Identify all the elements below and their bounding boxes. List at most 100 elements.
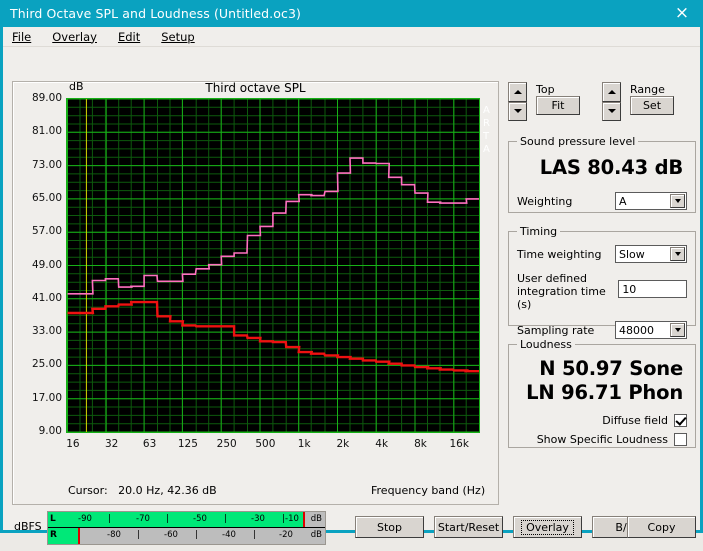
meter-tick-m10b: -10 (285, 514, 299, 524)
triangle-down-icon (513, 109, 522, 114)
weighting-label: Weighting (517, 194, 573, 208)
window-title: Third Octave SPL and Loudness (Untitled.… (10, 6, 301, 21)
menu-setup[interactable]: Setup (159, 29, 196, 45)
triangle-down-glyph (674, 252, 681, 256)
diffuse-field-checkbox[interactable] (674, 414, 687, 427)
app-window: Third Octave SPL and Loudness (Untitled.… (0, 0, 703, 545)
menu-bar: File Overlay Edit Setup (3, 27, 700, 47)
triangle-up-icon (513, 89, 522, 94)
copy-button-label: Copy (647, 520, 676, 534)
chevron-down-icon[interactable] (670, 194, 685, 208)
bottom-bar: dBFS L -90 | -70 | -50 | -30 | -10 dB R … (3, 508, 700, 551)
stop-button[interactable]: Stop (355, 516, 424, 538)
range-control-group: Range Set (602, 81, 674, 121)
loudness-sone: N 50.97 Sone (539, 357, 683, 380)
y-tick-label: 65.00 (31, 191, 62, 204)
sampling-rate-select[interactable]: 48000 (615, 321, 687, 339)
timing-group-legend: Timing (520, 225, 558, 238)
meter-tick-m90: -90 (78, 514, 92, 524)
time-weighting-select[interactable]: Slow (615, 245, 687, 263)
y-tick-label: 41.00 (31, 291, 62, 304)
top-label-col: Top Fit (527, 81, 580, 121)
top-control-group: Top Fit (508, 81, 580, 121)
chart-title: Third octave SPL (205, 81, 306, 95)
x-tick-label: 16k (449, 438, 469, 450)
x-tick-label: 1k (297, 438, 311, 450)
menu-overlay-label: Overlay (52, 29, 97, 44)
close-icon[interactable]: × (664, 1, 700, 27)
spl-reading: LAS 80.43 dB (539, 156, 683, 179)
set-button[interactable]: Set (630, 96, 674, 115)
loudness-phon: LN 96.71 Phon (526, 381, 683, 404)
x-tick-label: 4k (375, 438, 389, 450)
integration-time-input[interactable]: 10 (618, 280, 687, 298)
menu-file[interactable]: File (10, 29, 33, 45)
arta-letter: A (483, 105, 490, 116)
weighting-select[interactable]: A (615, 192, 687, 210)
title-bar: Third Octave SPL and Loudness (Untitled.… (3, 0, 700, 27)
chevron-down-icon[interactable] (670, 247, 685, 261)
overlay-button[interactable]: Overlay (513, 516, 582, 538)
plot-area[interactable] (66, 98, 480, 433)
meter-divider-1: | (108, 514, 112, 524)
y-tick-label: 73.00 (31, 158, 62, 171)
dbfs-label: dBFS (14, 520, 42, 533)
cursor-readout: Cursor: 20.0 Hz, 42.36 dB (68, 484, 217, 497)
range-decrease-button[interactable] (602, 101, 621, 121)
menu-overlay[interactable]: Overlay (50, 29, 99, 45)
cursor-value: 20.0 Hz, 42.36 dB (118, 484, 217, 497)
range-label: Range (630, 83, 665, 96)
timing-group: Timing Time weighting Slow User defined … (508, 225, 696, 339)
arta-letter: T (483, 131, 490, 142)
top-decrease-button[interactable] (508, 101, 527, 121)
menu-edit[interactable]: Edit (116, 29, 142, 45)
range-increase-button[interactable] (602, 82, 621, 102)
meter-tick-m30: -30 (251, 514, 265, 524)
triangle-down-icon (607, 109, 616, 114)
sampling-rate-value: 48000 (619, 323, 654, 337)
y-tick-label: 9.00 (38, 425, 62, 437)
meter-divider-7: | (253, 530, 257, 540)
main-area: Third octave SPL dB ARTA 89.00 81.00 73.00… (3, 48, 700, 545)
right-panel: Top Fit Range Set Sound pressure level L… (508, 81, 696, 448)
range-spinner[interactable] (602, 82, 621, 121)
time-weighting-row: Time weighting Slow (517, 245, 687, 263)
start-reset-button[interactable]: Start/Reset (434, 516, 503, 538)
y-tick-label: 33.00 (31, 325, 62, 338)
arta-letter: R (483, 118, 490, 129)
start-reset-button-label: Start/Reset (437, 520, 500, 534)
meter-left-channel-label: L (50, 514, 56, 524)
y-tick-label: 25.00 (31, 358, 62, 371)
specific-loudness-row[interactable]: Show Specific Loudness (517, 433, 687, 446)
top-increase-button[interactable] (508, 82, 527, 102)
range-label-col: Range Set (621, 81, 674, 121)
y-tick-label: 49.00 (31, 258, 62, 271)
top-spinner[interactable] (508, 82, 527, 121)
overlay-button-label: Overlay (521, 519, 574, 535)
triangle-down-glyph (674, 328, 681, 332)
weighting-row: Weighting A (517, 192, 687, 210)
y-tick-label: 81.00 (31, 125, 62, 138)
meter-left-peak-marker (302, 512, 305, 527)
meter-left-unit: dB (310, 514, 322, 524)
copy-button[interactable]: Copy (627, 516, 696, 538)
meter-tick-m40: -40 (222, 530, 236, 540)
x-tick-label: 16 (66, 438, 80, 450)
client-area: File Overlay Edit Setup Third octave SPL… (3, 27, 700, 545)
diffuse-field-row[interactable]: Diffuse field (517, 414, 687, 427)
menu-file-label: File (12, 29, 32, 44)
arta-watermark: ARTA (483, 104, 490, 156)
cursor-label: Cursor: (68, 484, 108, 497)
x-axis-label: Frequency band (Hz) (371, 484, 486, 497)
chevron-down-icon[interactable] (670, 323, 685, 337)
integration-time-label: User defined integration time (s) (517, 272, 618, 311)
y-tick-label: 89.00 (31, 92, 62, 104)
stop-button-label: Stop (376, 520, 402, 534)
time-weighting-label: Time weighting (517, 247, 602, 261)
specific-loudness-checkbox[interactable] (674, 433, 687, 446)
fit-button[interactable]: Fit (536, 96, 580, 115)
meter-divider-6: | (195, 530, 199, 540)
loudness-group-legend: Loudness (520, 338, 572, 351)
meter-tick-m80: -80 (107, 530, 121, 540)
triangle-up-icon (607, 89, 616, 94)
